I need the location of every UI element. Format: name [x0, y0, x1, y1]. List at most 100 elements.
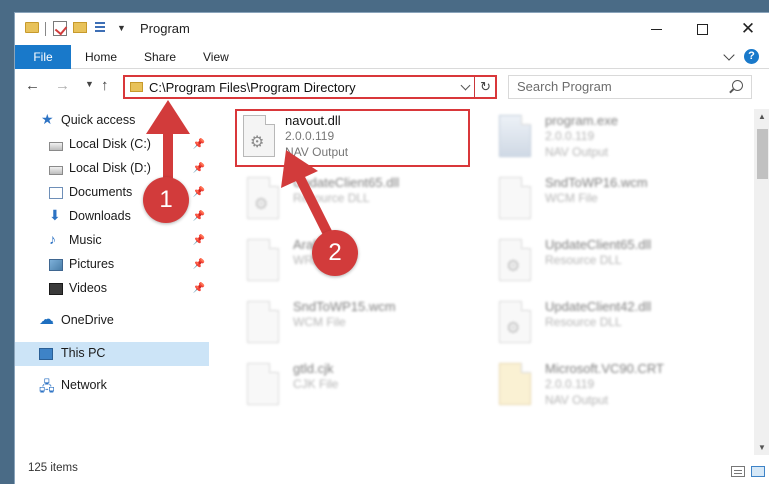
title-bar: ▼ Program ✕: [15, 13, 769, 45]
navigation-bar: ← → ▼ ↑ C:\Program Files\Program Directo…: [15, 70, 769, 102]
details-view-icon[interactable]: [731, 466, 745, 477]
file-name: program.exe: [545, 113, 618, 128]
search-box[interactable]: [508, 75, 752, 99]
scroll-up-icon[interactable]: ▲: [758, 112, 766, 121]
file-name: UpdateClient65.dll: [293, 175, 400, 190]
vertical-scrollbar[interactable]: ▲ ▼: [754, 109, 769, 455]
up-arrow-icon[interactable]: ↑: [101, 77, 109, 94]
minimize-button[interactable]: [633, 13, 679, 45]
file-item[interactable]: ⚙ UpdateClient65.dll Resource DLL: [235, 171, 475, 233]
sidebar-item-pictures[interactable]: Pictures 📌: [15, 253, 209, 277]
file-name: Microsoft.VC90.CRT: [545, 361, 664, 376]
tab-file[interactable]: File: [15, 45, 71, 69]
large-icons-view-icon[interactable]: [751, 466, 765, 477]
drive-icon: [49, 142, 63, 151]
sidebar-item-label: Local Disk (C:): [69, 137, 151, 151]
window-title: Program: [140, 21, 190, 36]
close-button[interactable]: ✕: [725, 13, 769, 45]
recent-locations-icon[interactable]: ▼: [85, 79, 94, 89]
file-icon: [247, 363, 279, 405]
help-icon[interactable]: ?: [744, 49, 759, 64]
quick-access-dropdown-icon[interactable]: ▼: [117, 23, 126, 33]
toolbar-divider: [45, 22, 46, 36]
close-icon: ✕: [740, 19, 756, 38]
file-item-navout-dll[interactable]: ⚙ navout.dll 2.0.0.119 NAV Output: [235, 109, 470, 167]
file-version: 2.0.0.119: [545, 129, 595, 143]
file-icon: [499, 177, 531, 219]
pin-icon[interactable]: 📌: [193, 139, 205, 150]
ribbon-tabs: File Home Share View ?: [15, 45, 769, 69]
file-version: 2.0.0.119: [545, 377, 595, 391]
file-item[interactable]: ⚙ UpdateClient65.dll Resource DLL: [487, 233, 727, 295]
dll-file-icon: ⚙: [247, 177, 279, 219]
search-input[interactable]: [517, 79, 717, 94]
exe-file-icon: [499, 115, 531, 157]
scroll-down-icon[interactable]: ▼: [758, 443, 766, 452]
sidebar-item-onedrive[interactable]: ☁ OneDrive: [15, 309, 209, 333]
file-list: ⚙ navout.dll 2.0.0.119 NAV Output progra…: [225, 105, 750, 450]
pin-icon[interactable]: 📌: [193, 211, 205, 222]
file-description: Resource DLL: [545, 253, 622, 267]
sidebar-item-label: Documents: [69, 185, 133, 199]
download-icon: ⬇: [49, 207, 61, 223]
file-item[interactable]: SndToWP16.wcm WCM File: [487, 171, 727, 233]
file-item[interactable]: gtld.cjk CJK File: [235, 357, 475, 419]
file-name: SndToWP16.wcm: [545, 175, 648, 190]
file-description: NAV Output: [545, 393, 609, 407]
back-arrow-icon[interactable]: ←: [25, 77, 40, 94]
pin-icon[interactable]: 📌: [193, 187, 205, 198]
pin-icon[interactable]: 📌: [193, 283, 205, 294]
file-item[interactable]: ⚙ UpdateClient42.dll Resource DLL: [487, 295, 727, 357]
folder-file-icon: [499, 363, 531, 405]
address-path[interactable]: C:\Program Files\Program Directory: [149, 80, 356, 95]
sidebar-item-label: OneDrive: [61, 313, 114, 327]
step-1-badge: 1: [143, 177, 189, 223]
expand-ribbon-icon[interactable]: [723, 49, 735, 61]
sidebar-item-local-disk-d[interactable]: Local Disk (D:) 📌: [15, 157, 209, 181]
tab-view[interactable]: View: [203, 45, 229, 69]
videos-icon: [49, 283, 63, 295]
pin-icon[interactable]: 📌: [193, 163, 205, 174]
minimize-icon: [650, 28, 662, 30]
tab-home[interactable]: Home: [85, 45, 117, 69]
address-dropdown-icon[interactable]: [460, 80, 471, 91]
cloud-icon: ☁: [39, 311, 54, 328]
item-count: 125 items: [28, 462, 78, 474]
scroll-thumb[interactable]: [757, 129, 768, 179]
forward-arrow-icon[interactable]: →: [55, 77, 70, 94]
documents-icon: [49, 187, 63, 199]
file-name: navout.dll: [285, 113, 341, 128]
gear-icon: ⚙: [250, 134, 265, 151]
sidebar-item-label: Network: [61, 378, 107, 392]
sidebar-item-this-pc[interactable]: This PC: [15, 342, 209, 366]
folder-icon[interactable]: [25, 22, 39, 33]
file-version: 2.0.0.119: [285, 129, 335, 143]
file-item[interactable]: Microsoft.VC90.CRT 2.0.0.119 NAV Output: [487, 357, 727, 419]
address-bar[interactable]: C:\Program Files\Program Directory ↻: [123, 75, 497, 99]
customize-icon[interactable]: [95, 21, 111, 35]
file-item[interactable]: SndToWP15.wcm WCM File: [235, 295, 475, 357]
sidebar-item-quick-access[interactable]: ★ Quick access: [15, 109, 209, 133]
file-description: NAV Output: [285, 145, 349, 159]
properties-check-icon[interactable]: [53, 21, 67, 36]
refresh-icon[interactable]: ↻: [480, 79, 491, 95]
pin-icon[interactable]: 📌: [193, 259, 205, 270]
new-folder-icon[interactable]: [73, 22, 87, 33]
sidebar-item-videos[interactable]: Videos 📌: [15, 277, 209, 301]
sidebar-item-music[interactable]: ♪ Music 📌: [15, 229, 209, 253]
dll-file-icon: ⚙: [243, 115, 275, 157]
music-icon: ♪: [49, 231, 56, 247]
sidebar-item-network[interactable]: 🖧 Network: [15, 374, 209, 398]
computer-icon: [39, 348, 53, 360]
file-icon: [247, 301, 279, 343]
pin-icon[interactable]: 📌: [193, 235, 205, 246]
file-description: CJK File: [293, 377, 339, 391]
file-item[interactable]: program.exe 2.0.0.119 NAV Output: [487, 109, 727, 171]
sidebar-item-local-disk-c[interactable]: Local Disk (C:) 📌: [15, 133, 209, 157]
maximize-button[interactable]: [679, 13, 725, 45]
search-icon[interactable]: [732, 80, 743, 91]
navigation-pane: ★ Quick access Local Disk (C:) 📌 Local D…: [15, 109, 209, 439]
sidebar-item-label: Pictures: [69, 257, 115, 271]
gear-icon: ⚙: [506, 258, 521, 275]
tab-share[interactable]: Share: [144, 45, 176, 69]
